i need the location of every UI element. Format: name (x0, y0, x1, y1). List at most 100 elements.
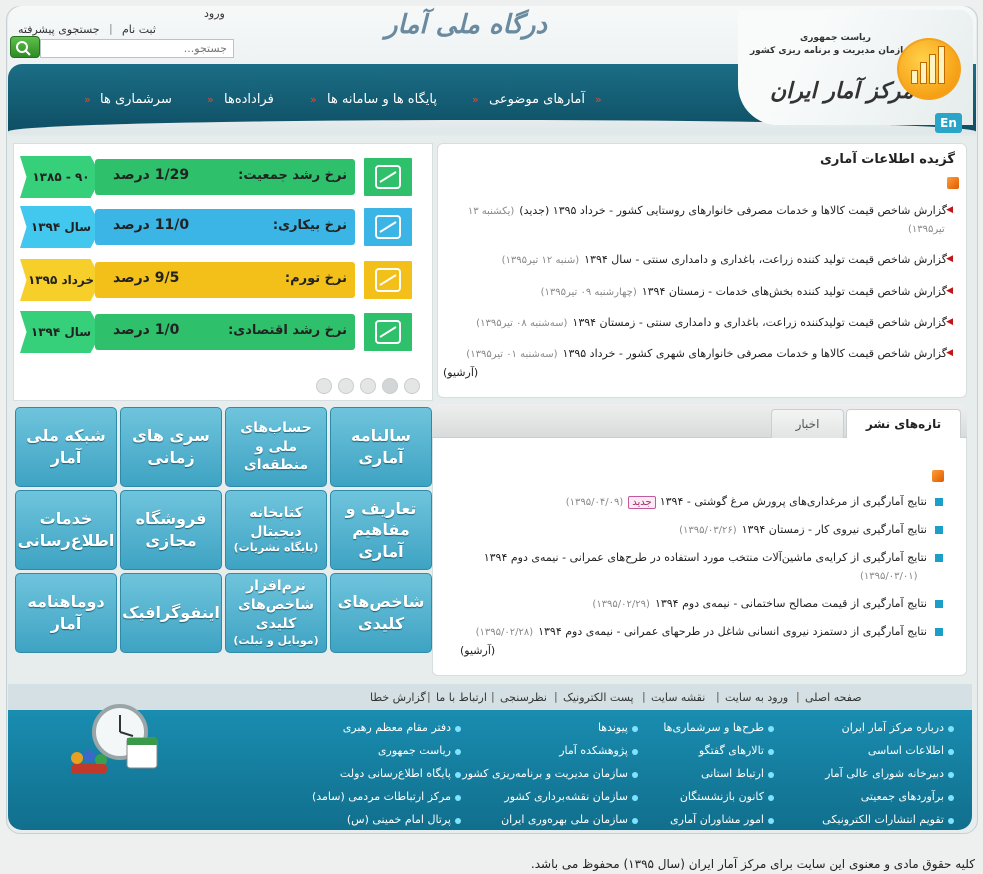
bullet-icon (455, 818, 461, 824)
rss-icon[interactable] (932, 470, 944, 482)
stat-row[interactable]: سال ۱۳۹۴ نرخ بیکاری: 11/0 درصد (20, 206, 415, 248)
news-title[interactable]: نتایج آمارگیری از دستمزد نیروی انسانی شا… (538, 625, 927, 638)
tile-label: اطلاع‌رسانی (17, 531, 115, 550)
worker-icon (362, 206, 414, 248)
footer-column-link[interactable]: پرتال امام خمینی (س) (347, 813, 451, 826)
latest-archive-link[interactable]: (آرشیو) (460, 644, 495, 657)
footer-column-link[interactable]: سازمان نقشه‌برداری کشور (504, 790, 628, 803)
tile-button[interactable]: کتابخانه دیجیتال (پایگاه نشریات) (225, 490, 327, 570)
footer-column-link[interactable]: سازمان ملی بهره‌وری ایران (501, 813, 628, 826)
rss-icon[interactable] (947, 177, 959, 189)
news-title[interactable]: گزارش شاخص قیمت کالاها و خدمات مصرفی خان… (519, 204, 947, 217)
footer-link[interactable]: گزارش خطا (370, 691, 426, 704)
search-input[interactable] (40, 39, 234, 58)
tile-button[interactable]: اینفوگرافیک (120, 573, 222, 653)
tile-label: منطقه‌ای (243, 457, 309, 474)
selected-archive-link[interactable]: (آرشیو) (443, 366, 478, 379)
register-link[interactable]: ثبت نام (122, 23, 156, 36)
news-title[interactable]: گزارش شاخص قیمت تولید کننده بخش‌های خدما… (642, 285, 947, 298)
latest-news-item[interactable]: نتایج آمارگیری از مرغداری‌های پرورش مرغ … (566, 495, 927, 509)
footer-separator: | (716, 690, 720, 703)
search-button[interactable] (10, 36, 40, 58)
nav-thematic-stats[interactable]: آمارهای موضوعی (489, 92, 585, 107)
tile-label: خدمات (39, 509, 93, 529)
tile-button[interactable]: فروشگاه مجازی (120, 490, 222, 570)
footer-column-link[interactable]: اطلاعات اساسی (868, 744, 944, 757)
stat-row[interactable]: خرداد ۱۳۹۵ نرخ تورم: 9/5 درصد (20, 259, 415, 301)
nav-censuses[interactable]: سرشماری ها (100, 92, 172, 107)
tile-button[interactable]: خدمات اطلاع‌رسانی (15, 490, 117, 570)
tile-label: سری های (132, 426, 210, 446)
latest-news-item[interactable]: نتایج آمارگیری از قیمت مصالح ساختمانی - … (592, 597, 927, 610)
footer-column-link[interactable]: تقویم انتشارات الکترونیکی (822, 813, 944, 826)
slider-dot[interactable] (316, 378, 332, 394)
footer-link[interactable]: ورود به سایت (725, 691, 788, 704)
footer-column-link[interactable]: پایگاه اطلاع‌رسانی دولت (340, 767, 451, 780)
stat-card: نرخ بیکاری: 11/0 درصد (95, 209, 355, 245)
selected-news-item[interactable]: گزارش شاخص قیمت تولید کننده بخش‌های خدما… (541, 285, 947, 298)
footer-column-link[interactable]: مرکز ارتباطات مردمی (سامد) (312, 790, 451, 803)
latest-news-item[interactable]: نتایج آمارگیری از دستمزد نیروی انسانی شا… (476, 625, 927, 638)
footer-column-link[interactable]: ریاست جمهوری (378, 744, 451, 757)
tile-label: ملی و (254, 438, 298, 455)
advanced-search-link[interactable]: جستجوی پیشرفته (18, 23, 100, 36)
nav-metadata[interactable]: فراداده‌ها (224, 92, 274, 107)
tile-label: سالنامه (351, 426, 411, 446)
slider-dot[interactable] (360, 378, 376, 394)
footer-column-link[interactable]: امور مشاوران آماری (670, 813, 764, 826)
latest-news-item[interactable]: نتایج آمارگیری نیروی کار - زمستان ۱۳۹۴ (۱… (679, 523, 927, 536)
footer-column-link[interactable]: پژوهشکده آمار (559, 744, 628, 757)
footer-column-link[interactable]: طرح‌ها و سرشماری‌ها (663, 721, 764, 734)
footer-link[interactable]: ارتباط با ما (436, 691, 487, 704)
footer-column-link[interactable]: درباره مرکز آمار ایران (842, 721, 944, 734)
tab-news[interactable]: اخبار (771, 409, 844, 438)
latest-news-item[interactable]: نتایج آمارگیری از کرایه‌ی ماشین‌آلات منت… (484, 551, 927, 564)
tile-label: شبکه ملی (26, 426, 106, 446)
tile-button[interactable]: نرم‌افزار شاخص‌های کلیدی (موبایل و تبلت) (225, 573, 327, 653)
footer-link[interactable]: نظرسنجی (500, 691, 547, 704)
stat-period: خرداد ۱۳۹۵ (20, 259, 102, 301)
bullet-icon (948, 772, 954, 778)
news-title[interactable]: گزارش شاخص قیمت تولیدکننده زراعت، باغدار… (572, 316, 947, 329)
login-link[interactable]: ورود (204, 7, 225, 20)
footer-column-link[interactable]: دفتر مقام معظم رهبری (343, 721, 451, 734)
selected-news-item[interactable]: گزارش شاخص قیمت کالاها و خدمات مصرفی خان… (466, 347, 947, 360)
bullet-icon (455, 772, 461, 778)
footer-column-link[interactable]: تالارهای گفتگو (699, 744, 764, 757)
english-button[interactable]: En (935, 113, 962, 133)
tile-button[interactable]: شاخص‌های کلیدی (330, 573, 432, 653)
news-title[interactable]: نتایج آمارگیری از کرایه‌ی ماشین‌آلات منت… (484, 551, 927, 564)
news-title[interactable]: نتایج آمارگیری از مرغداری‌های پرورش مرغ … (660, 495, 927, 508)
news-date: (سه‌شنبه ۰۸ تیر۱۳۹۵) (476, 318, 568, 329)
footer-link[interactable]: پست الکترونیک (563, 691, 634, 704)
tab-latest-publications[interactable]: تازه‌های نشر (846, 409, 961, 438)
slider-dot[interactable] (338, 378, 354, 394)
tile-button[interactable]: تعاریف و مفاهیم آماری (330, 490, 432, 570)
footer-column-link[interactable]: سازمان مدیریت و برنامه‌ریزی کشور (462, 767, 628, 780)
news-title[interactable]: گزارش شاخص قیمت تولید کننده زراعت، باغدا… (584, 253, 947, 266)
news-title[interactable]: نتایج آمارگیری نیروی کار - زمستان ۱۳۹۴ (742, 523, 927, 536)
slider-dot[interactable] (382, 378, 398, 394)
footer-link[interactable]: صفحه اصلی (805, 691, 862, 704)
stat-row[interactable]: سال ۱۳۹۴ نرخ رشد اقتصادی: 1/0 درصد (20, 311, 415, 353)
tile-button[interactable]: سری های زمانی (120, 407, 222, 487)
selected-news-item[interactable]: گزارش شاخص قیمت تولیدکننده زراعت، باغدار… (476, 316, 947, 329)
bullet-icon (768, 726, 774, 732)
footer-column-link[interactable]: پیوندها (598, 721, 628, 734)
slider-dot[interactable] (404, 378, 420, 394)
footer-column-link[interactable]: دبیرخانه شورای عالی آمار (825, 767, 944, 780)
stat-row[interactable]: ۹۰ - ۱۳۸۵ نرخ رشد جمعیت: 1/29 درصد (20, 156, 415, 198)
footer-column-link[interactable]: ارتباط استانی (701, 767, 764, 780)
selected-news-item[interactable]: گزارش شاخص قیمت کالاها و خدمات مصرفی خان… (468, 204, 947, 217)
selected-news-item[interactable]: گزارش شاخص قیمت تولید کننده زراعت، باغدا… (502, 253, 947, 266)
tile-button[interactable]: دوماهنامه آمار (15, 573, 117, 653)
news-title[interactable]: گزارش شاخص قیمت کالاها و خدمات مصرفی خان… (563, 347, 947, 360)
tile-button[interactable]: شبکه ملی آمار (15, 407, 117, 487)
footer-column-link[interactable]: کانون بازنشستگان (680, 790, 764, 803)
news-title[interactable]: نتایج آمارگیری از قیمت مصالح ساختمانی - … (655, 597, 927, 610)
nav-databases[interactable]: پایگاه ها و سامانه ها (327, 92, 437, 107)
footer-link[interactable]: نقشه سایت (651, 691, 705, 704)
footer-column-link[interactable]: برآوردهای جمعیتی (861, 790, 944, 803)
tile-button[interactable]: حساب‌های ملی و منطقه‌ای (225, 407, 327, 487)
tile-button[interactable]: سالنامه آماری (330, 407, 432, 487)
